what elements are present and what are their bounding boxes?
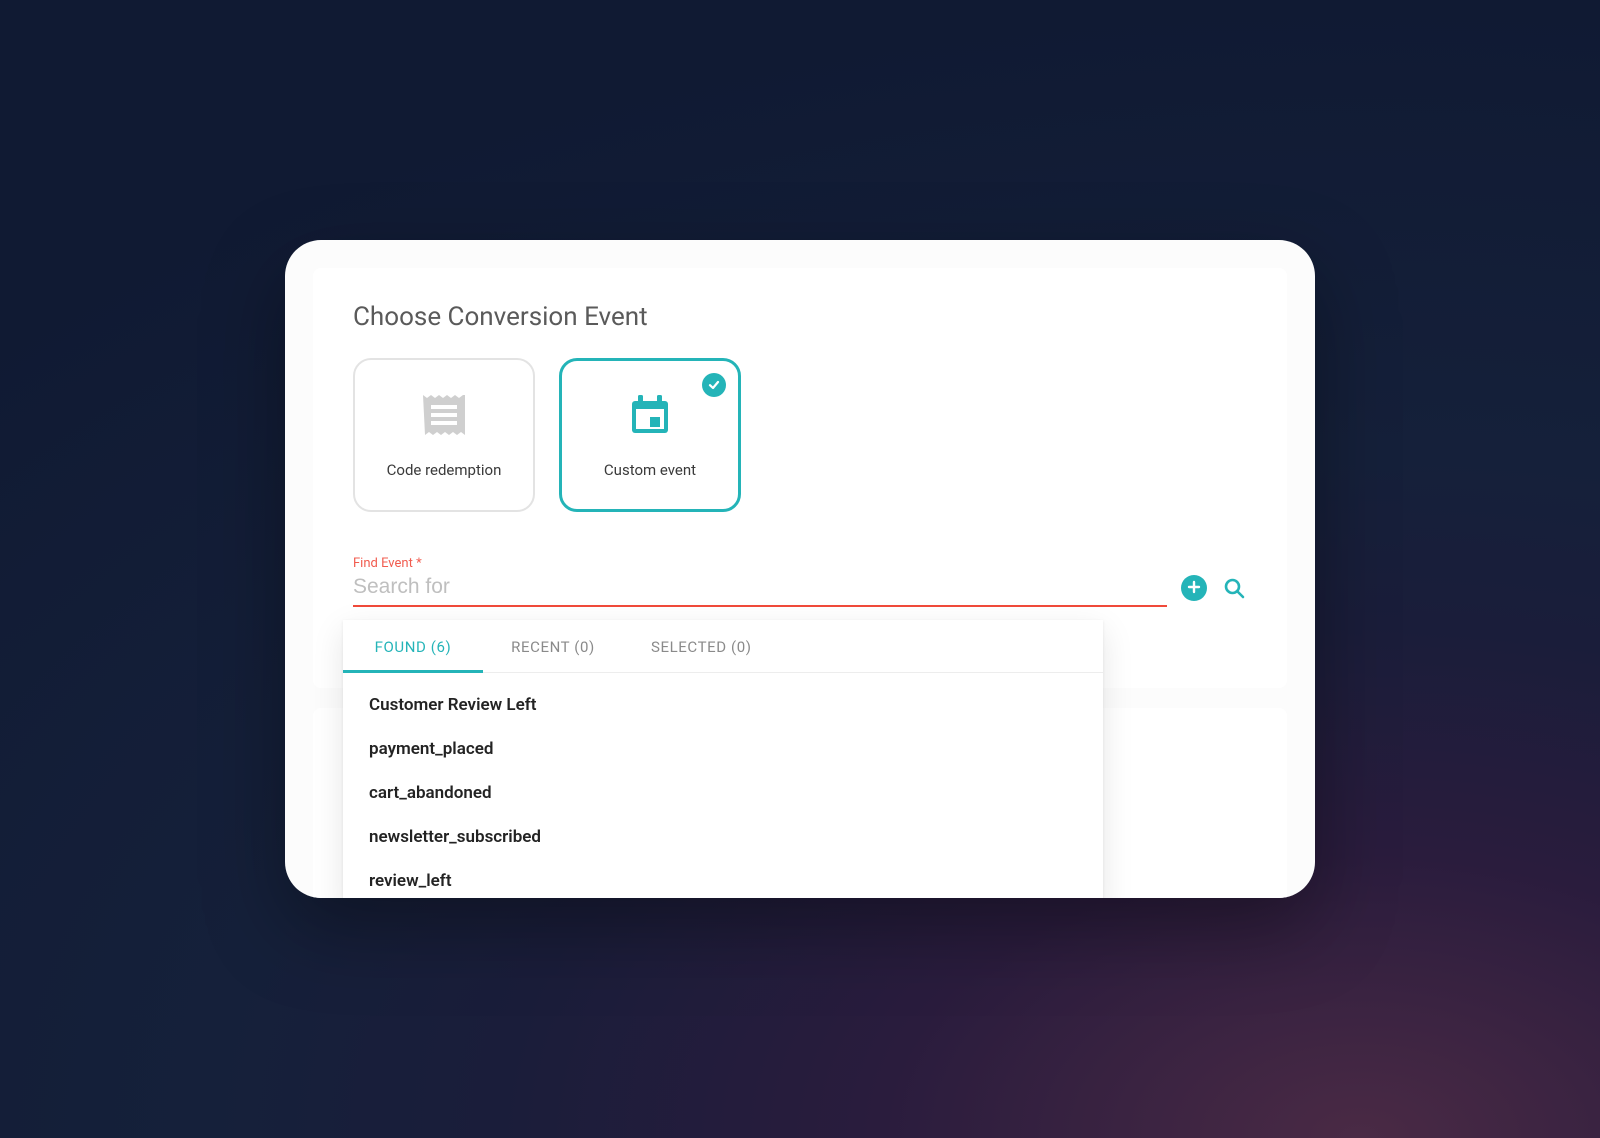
app-card: Choose Conversion Event Code redemption: [285, 240, 1315, 898]
list-item[interactable]: cart_abandoned: [343, 771, 1103, 815]
list-item[interactable]: Customer Review Left: [343, 683, 1103, 727]
tab-selected[interactable]: SELECTED (0): [623, 620, 780, 672]
option-code-redemption[interactable]: Code redemption: [353, 358, 535, 512]
search-input[interactable]: [353, 573, 1167, 607]
results-dropdown: FOUND (6) RECENT (0) SELECTED (0) Custom…: [343, 620, 1103, 898]
option-label: Code redemption: [387, 461, 502, 479]
receipt-icon: [419, 391, 469, 443]
list-item[interactable]: review_left: [343, 859, 1103, 898]
option-label: Custom event: [604, 461, 696, 479]
option-custom-event[interactable]: Custom event: [559, 358, 741, 512]
dropdown-tabs: FOUND (6) RECENT (0) SELECTED (0): [343, 620, 1103, 673]
search-icon: [1222, 576, 1246, 604]
check-icon: [702, 373, 726, 397]
tab-recent[interactable]: RECENT (0): [483, 620, 623, 672]
find-event-field: Find Event *: [353, 556, 1167, 607]
page-title: Choose Conversion Event: [353, 302, 1247, 332]
add-button[interactable]: [1181, 575, 1207, 601]
search-button[interactable]: [1221, 577, 1247, 603]
results-list: Customer Review Left payment_placed cart…: [343, 673, 1103, 898]
list-item[interactable]: newsletter_subscribed: [343, 815, 1103, 859]
list-item[interactable]: payment_placed: [343, 727, 1103, 771]
event-type-options: Code redemption Custom event: [353, 358, 1247, 512]
field-label: Find Event *: [353, 556, 1167, 571]
search-row: Find Event *: [353, 556, 1247, 607]
plus-icon: [1187, 579, 1201, 598]
calendar-icon: [626, 391, 674, 443]
tab-found[interactable]: FOUND (6): [343, 620, 483, 672]
